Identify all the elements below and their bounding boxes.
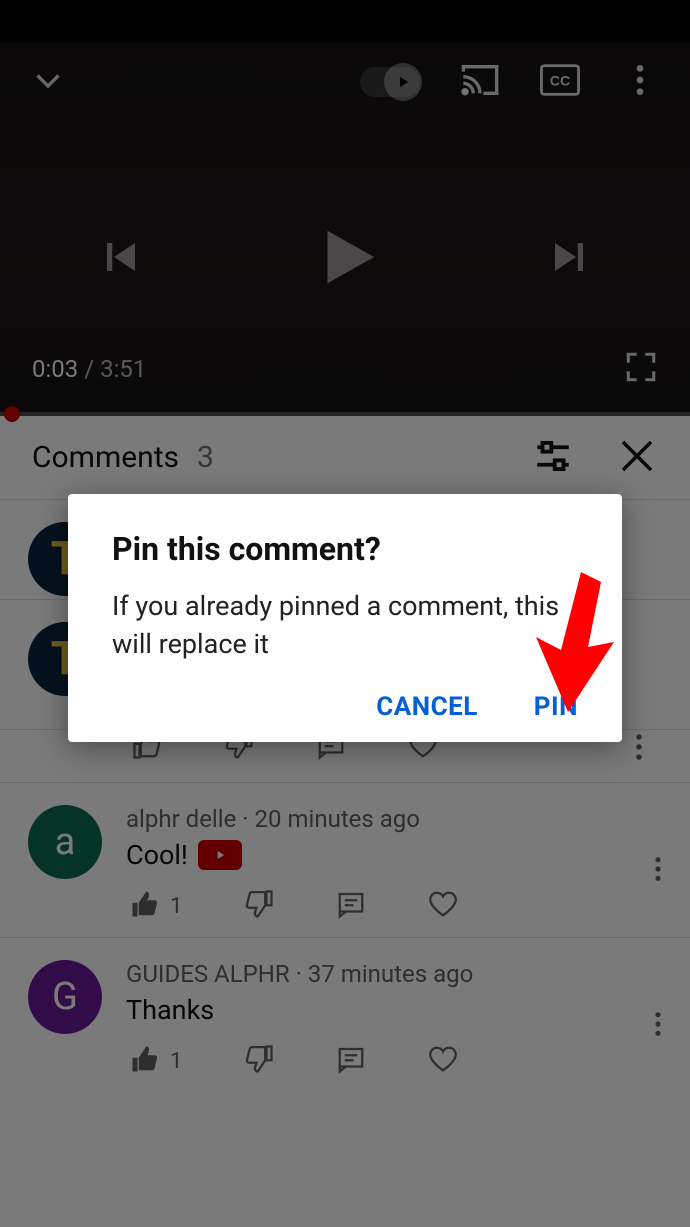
cancel-button[interactable]: CANCEL	[376, 692, 478, 722]
pin-button[interactable]: PIN	[534, 692, 578, 722]
dialog-body: If you already pinned a comment, this wi…	[68, 588, 622, 692]
dialog-title: Pin this comment?	[68, 530, 622, 588]
pin-comment-dialog: Pin this comment? If you already pinned …	[68, 494, 622, 742]
